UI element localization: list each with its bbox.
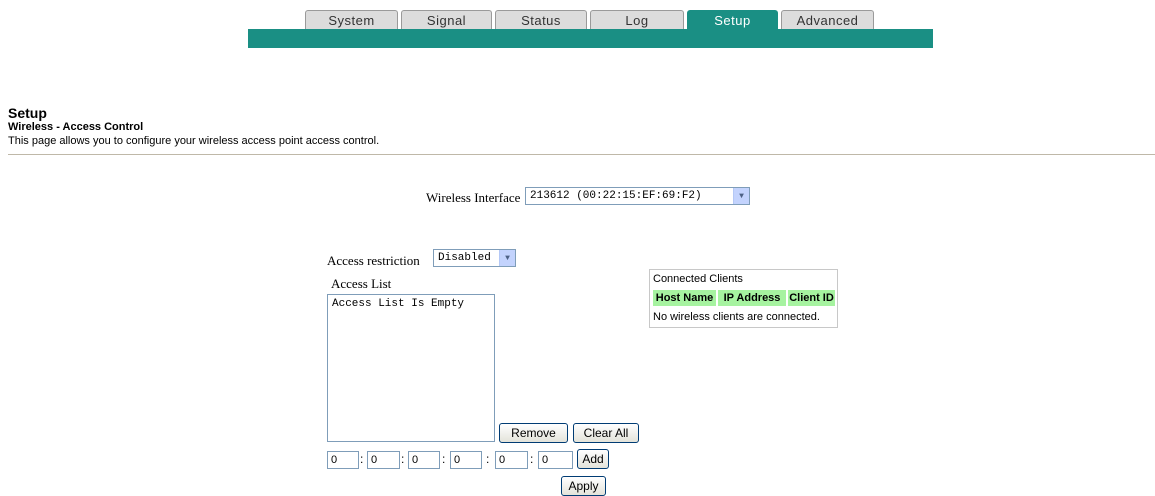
wireless-interface-select[interactable]: 213612 (00:22:15:EF:69:F2) ▼ xyxy=(525,187,750,205)
tab-system[interactable]: System xyxy=(305,10,398,30)
mac-field-2[interactable]: 0 xyxy=(367,451,400,469)
access-restriction-select[interactable]: Disabled ▼ xyxy=(433,249,516,267)
wireless-interface-label: Wireless Interface xyxy=(426,190,521,205)
apply-button[interactable]: Apply xyxy=(561,476,606,496)
access-restriction-label: Access restriction xyxy=(327,253,420,268)
mac-separator: : xyxy=(442,452,446,466)
connected-clients-empty-message: No wireless clients are connected. xyxy=(653,311,820,323)
connected-clients-table: Connected Clients Host Name IP Address C… xyxy=(649,269,838,328)
mac-separator: : xyxy=(401,452,405,466)
mac-field-5[interactable]: 0 xyxy=(495,451,528,469)
mac-separator: : xyxy=(360,452,364,466)
chevron-down-icon[interactable]: ▼ xyxy=(733,188,749,204)
tab-log[interactable]: Log xyxy=(590,10,684,30)
tab-underline-bar xyxy=(248,29,933,48)
column-header-client-id: Client ID xyxy=(788,290,835,306)
chevron-down-icon[interactable]: ▼ xyxy=(499,250,515,266)
mac-separator: : xyxy=(486,452,490,466)
remove-button[interactable]: Remove xyxy=(499,423,568,443)
add-button[interactable]: Add xyxy=(577,449,609,469)
page-title: Setup xyxy=(8,105,47,121)
list-item[interactable]: Access List Is Empty xyxy=(332,298,490,310)
access-list-label: Access List xyxy=(331,276,392,291)
mac-field-1[interactable]: 0 xyxy=(327,451,359,469)
tab-status[interactable]: Status xyxy=(495,10,587,30)
tab-advanced[interactable]: Advanced xyxy=(781,10,874,30)
wireless-interface-value: 213612 (00:22:15:EF:69:F2) xyxy=(530,190,702,202)
mac-field-6[interactable]: 0 xyxy=(538,451,573,469)
mac-field-3[interactable]: 0 xyxy=(408,451,440,469)
page-description: This page allows you to configure your w… xyxy=(8,135,380,147)
mac-separator: : xyxy=(530,452,534,466)
access-restriction-value: Disabled xyxy=(438,252,491,264)
access-list-box[interactable]: Access List Is Empty xyxy=(327,294,495,442)
header-divider xyxy=(8,154,1155,155)
page-subtitle: Wireless - Access Control xyxy=(8,121,144,133)
tab-signal[interactable]: Signal xyxy=(401,10,492,30)
column-header-host-name: Host Name xyxy=(653,290,716,306)
mac-field-4[interactable]: 0 xyxy=(450,451,482,469)
column-header-ip-address: IP Address xyxy=(718,290,786,306)
tab-setup[interactable]: Setup xyxy=(687,10,778,30)
connected-clients-title: Connected Clients xyxy=(653,273,743,285)
clear-all-button[interactable]: Clear All xyxy=(573,423,639,443)
